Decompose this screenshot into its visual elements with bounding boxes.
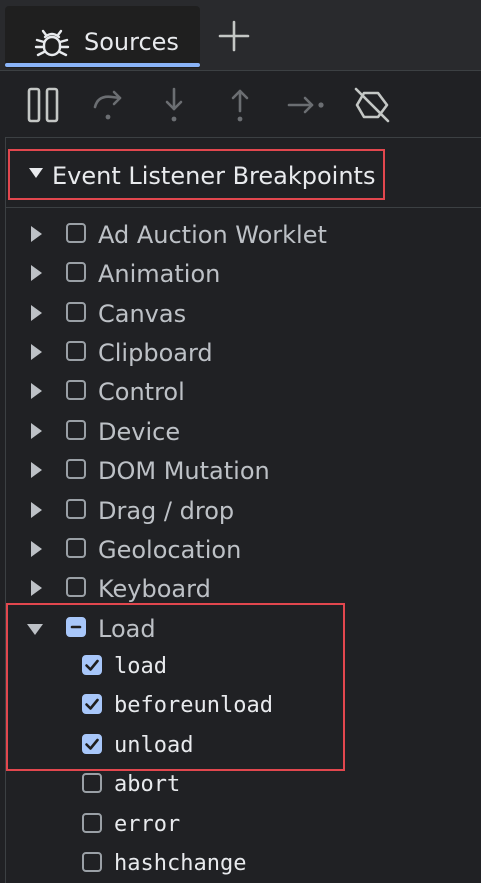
checkbox[interactable] — [66, 499, 86, 519]
event-row-unload[interactable]: unload — [5, 726, 481, 765]
event-label: error — [114, 812, 181, 837]
category-label: Drag / drop — [98, 497, 235, 525]
checkbox[interactable] — [66, 223, 86, 243]
category-row-ad-auction-worklet[interactable]: Ad Auction Worklet — [5, 215, 481, 254]
expand-arrow-icon[interactable] — [31, 541, 42, 557]
checkbox[interactable] — [66, 538, 86, 558]
category-row-geolocation[interactable]: Geolocation — [5, 530, 481, 569]
category-row-drag-drop[interactable]: Drag / drop — [5, 491, 481, 530]
checkbox[interactable] — [82, 773, 102, 793]
event-label: unload — [114, 733, 194, 758]
expand-arrow-icon[interactable] — [31, 580, 42, 596]
tab-bar: Sources — [0, 0, 481, 70]
section-title: Event Listener Breakpoints — [52, 162, 376, 190]
checkbox-checked[interactable] — [82, 734, 102, 754]
category-label: Keyboard — [98, 575, 211, 603]
category-label: Control — [98, 378, 185, 406]
category-label: Canvas — [98, 300, 187, 328]
category-label: Animation — [98, 260, 221, 288]
event-row-hashchange[interactable]: hashchange — [5, 844, 481, 883]
checkbox[interactable] — [66, 302, 86, 322]
expand-arrow-icon[interactable] — [31, 462, 42, 478]
event-listener-breakpoints-header[interactable]: Event Listener Breakpoints — [5, 138, 481, 208]
category-row-clipboard[interactable]: Clipboard — [5, 333, 481, 372]
event-row-load[interactable]: load — [5, 647, 481, 686]
expand-arrow-icon[interactable] — [31, 423, 42, 439]
event-label: abort — [114, 772, 181, 797]
event-row-beforeunload[interactable]: beforeunload — [5, 686, 481, 725]
expand-arrow-icon[interactable] — [31, 305, 42, 321]
event-label: beforeunload — [114, 693, 273, 718]
expand-arrow-icon[interactable] — [31, 226, 42, 242]
category-label: DOM Mutation — [98, 457, 270, 485]
category-row-dom-mutation[interactable]: DOM Mutation — [5, 451, 481, 490]
divider — [5, 207, 481, 208]
category-label: Clipboard — [98, 339, 213, 367]
event-label: hashchange — [114, 851, 247, 876]
step-icon[interactable] — [284, 83, 328, 127]
category-row-keyboard[interactable]: Keyboard — [5, 569, 481, 608]
category-label: Load — [98, 615, 156, 643]
category-row-control[interactable]: Control — [5, 372, 481, 411]
expand-arrow-icon[interactable] — [31, 344, 42, 360]
expand-arrow-icon[interactable] — [31, 502, 42, 518]
step-over-icon[interactable] — [86, 83, 130, 127]
checkbox[interactable] — [82, 813, 102, 833]
category-row-canvas[interactable]: Canvas — [5, 294, 481, 333]
checkbox[interactable] — [66, 577, 86, 597]
tab-sources[interactable]: Sources — [5, 6, 200, 68]
checkbox[interactable] — [66, 420, 86, 440]
expand-arrow-icon[interactable] — [31, 265, 42, 281]
category-label: Geolocation — [98, 536, 242, 564]
expand-arrow-icon — [29, 168, 43, 178]
step-into-icon[interactable] — [152, 83, 196, 127]
step-out-icon[interactable] — [218, 83, 262, 127]
category-row-device[interactable]: Device — [5, 412, 481, 451]
event-row-abort[interactable]: abort — [5, 765, 481, 804]
active-tab-indicator — [5, 63, 200, 67]
checkbox-checked[interactable] — [82, 694, 102, 714]
checkbox[interactable] — [66, 341, 86, 361]
collapse-arrow-icon[interactable] — [27, 624, 43, 635]
checkbox[interactable] — [82, 852, 102, 872]
checkbox[interactable] — [66, 380, 86, 400]
checkbox-indeterminate[interactable] — [66, 617, 86, 637]
checkbox-checked[interactable] — [82, 655, 102, 675]
checkbox[interactable] — [66, 459, 86, 479]
checkbox[interactable] — [66, 262, 86, 282]
tab-label: Sources — [84, 28, 179, 56]
event-label: load — [114, 654, 167, 679]
category-label: Ad Auction Worklet — [98, 221, 327, 249]
category-row-animation[interactable]: Animation — [5, 254, 481, 293]
expand-arrow-icon[interactable] — [31, 383, 42, 399]
pause-icon[interactable] — [21, 83, 65, 127]
deactivate-breakpoints-icon[interactable] — [350, 83, 394, 127]
category-row-load[interactable]: Load — [5, 609, 481, 648]
bug-icon — [34, 29, 70, 57]
debugger-toolbar — [0, 71, 481, 137]
event-row-error[interactable]: error — [5, 805, 481, 844]
category-label: Device — [98, 418, 181, 446]
plus-icon[interactable] — [214, 16, 254, 56]
